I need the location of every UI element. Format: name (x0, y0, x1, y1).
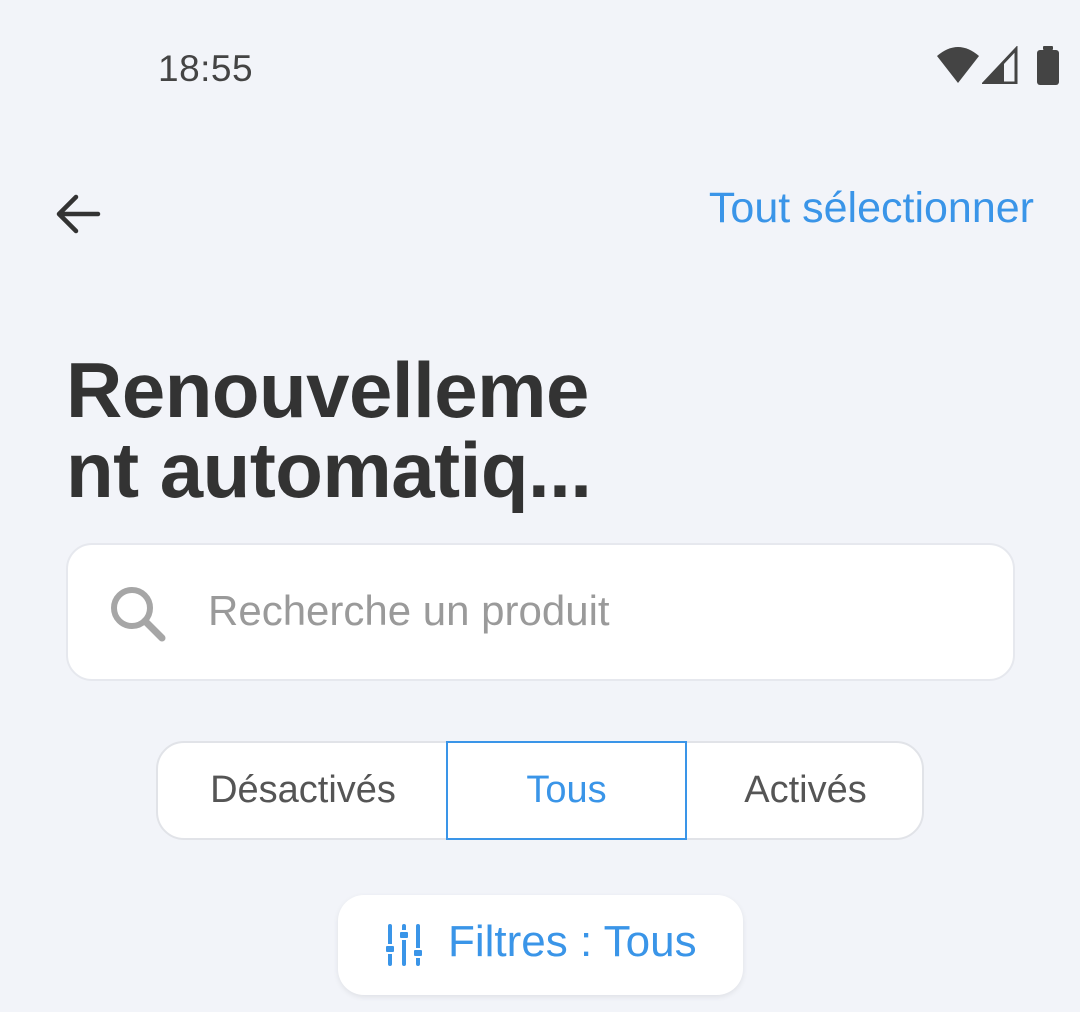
arrow-left-icon (56, 194, 101, 234)
select-all-button[interactable]: Tout sélectionner (709, 184, 1034, 233)
filter-button[interactable]: Filtres : Tous (338, 895, 743, 995)
status-time: 18:55 (158, 48, 254, 89)
search-input[interactable] (208, 583, 988, 639)
sliders-icon (386, 924, 422, 966)
segment-disabled[interactable]: Désactivés (158, 741, 448, 840)
screen: 18:55 Tout sélectionner Renouvelleme nt … (0, 0, 1080, 1012)
battery-icon (1037, 46, 1059, 85)
segment-enabled[interactable]: Activés (687, 741, 924, 840)
segment-all[interactable]: Tous (446, 741, 687, 840)
page-title: Renouvelleme nt automatiq... (66, 346, 592, 514)
search-icon (111, 587, 166, 642)
status-segmented-control: Désactivés Tous Activés (156, 741, 924, 840)
signal-icon (982, 46, 1018, 84)
back-button[interactable] (44, 180, 112, 248)
filter-label: Filtres : Tous (448, 917, 697, 966)
wifi-icon (937, 47, 979, 83)
